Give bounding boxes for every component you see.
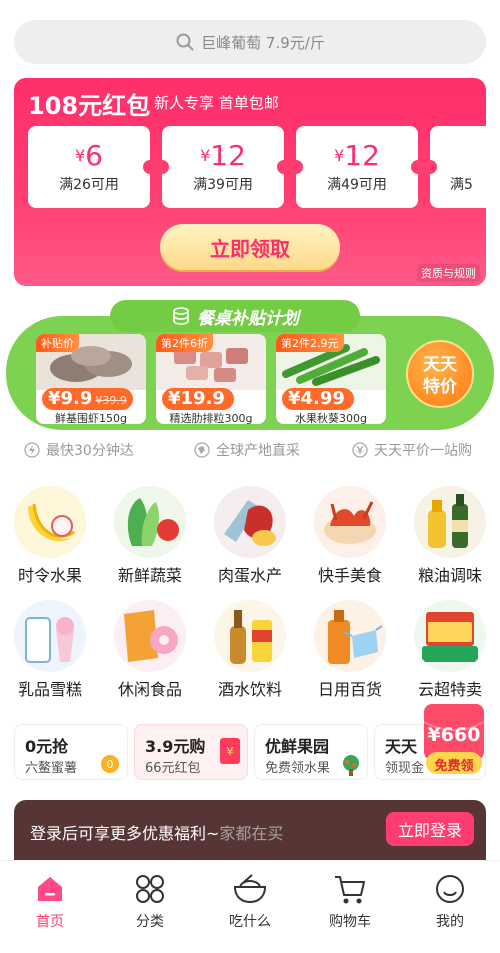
coin-icon: 0 xyxy=(101,755,119,773)
profile-icon xyxy=(436,875,464,903)
daily-special-badge[interactable]: 天天 特价 xyxy=(406,340,474,408)
subsidy-item-name: 精选肋排粒300g xyxy=(169,412,253,424)
subsidy-item-name: 鲜基围虾150g xyxy=(55,412,127,424)
feature-item: 天天平价一站购 xyxy=(352,440,472,460)
category-daily-goods[interactable]: 日用百货 xyxy=(300,600,400,700)
banner-subtitle: 新人专享 首单包邮 xyxy=(154,94,279,112)
coupon-card[interactable]: ¥6 满26可用 xyxy=(28,126,157,208)
coupon-card[interactable]: ¥12 满49可用 xyxy=(289,126,425,208)
subsidy-price: ¥4.99 xyxy=(282,388,354,410)
promo-card-3-9-buy[interactable]: 3.9元购 66元红包 ¥ xyxy=(134,724,248,780)
subsidy-title: 餐桌补贴计划 xyxy=(110,300,360,332)
coupon-condition: 满39可用 xyxy=(193,177,253,193)
snack-icon xyxy=(114,600,186,672)
globe-icon xyxy=(194,442,210,458)
category-drink[interactable]: 酒水饮料 xyxy=(200,600,300,700)
subsidy-item[interactable]: 第2件2.9元 ¥4.99 水果秋葵300g xyxy=(276,334,386,424)
coupon-amount: ¥12 xyxy=(334,139,380,172)
promo-card-fruit-orchard[interactable]: 优鲜果园 免费领水果 xyxy=(254,724,368,780)
claim-now-button[interactable]: 立即领取 xyxy=(160,224,340,270)
meat-icon xyxy=(214,486,286,558)
category-snack[interactable]: 休闲食品 xyxy=(100,600,200,700)
category-grain-oil[interactable]: 粮油调味 xyxy=(400,486,500,586)
tree-icon xyxy=(343,755,359,776)
supermarket-icon xyxy=(414,600,486,672)
tab-profile[interactable]: 我的 xyxy=(400,873,500,931)
dairy-icon xyxy=(14,600,86,672)
subsidy-plan-section[interactable]: 餐桌补贴计划 补贴价 ¥9.9 ¥39.9 鲜基围虾150g 第2件6折 ¥19.… xyxy=(6,298,494,434)
subsidy-item-name: 水果秋葵300g xyxy=(295,412,367,424)
promo-card-free-grab[interactable]: 0元抢 六鳌蜜薯 0 xyxy=(14,724,128,780)
coupon-amount: ¥6 xyxy=(74,139,103,172)
tab-category[interactable]: 分类 xyxy=(100,873,200,931)
feature-item: 最快30分钟达 xyxy=(24,440,134,460)
svg-text:0: 0 xyxy=(107,758,114,771)
coin-stack-icon xyxy=(173,307,189,325)
bottom-tab-bar: 首页 分类 吃什么 购物车 我的 xyxy=(0,860,500,953)
login-now-button[interactable]: 立即登录 xyxy=(386,812,474,846)
tab-cart[interactable]: 购物车 xyxy=(300,873,400,931)
service-features: 最快30分钟达 全球产地直采 天天平价一站购 xyxy=(0,440,500,466)
float-coupon-amount: ¥660 xyxy=(427,724,481,746)
category-icon xyxy=(136,875,164,903)
red-packet-icon: ¥ xyxy=(220,738,240,764)
category-dairy[interactable]: 乳品雪糕 xyxy=(0,600,100,700)
subsidy-price: ¥9.9 ¥39.9 xyxy=(42,388,133,410)
feature-item: 全球产地直采 xyxy=(194,440,300,460)
coupon-card-partial[interactable]: 满5 xyxy=(423,126,486,208)
category-quick-food[interactable]: 快手美食 xyxy=(300,486,400,586)
coupon-amount: ¥12 xyxy=(200,139,246,172)
cart-icon xyxy=(335,876,365,904)
tab-what-to-eat[interactable]: 吃什么 xyxy=(200,873,300,931)
yen-icon xyxy=(352,442,368,458)
subsidy-item[interactable]: 补贴价 ¥9.9 ¥39.9 鲜基围虾150g xyxy=(36,334,146,424)
coupon-condition: 满49可用 xyxy=(327,177,387,193)
search-bar[interactable]: 巨峰葡萄 7.9元/斤 xyxy=(14,20,486,64)
grain-oil-icon xyxy=(414,486,486,558)
login-message: 登录后可享更多优惠福利~家都在买 xyxy=(30,824,284,843)
search-placeholder: 巨峰葡萄 7.9元/斤 xyxy=(201,33,325,52)
quick-food-icon xyxy=(314,486,386,558)
fruit-icon xyxy=(14,486,86,558)
subsidy-tag: 补贴价 xyxy=(36,334,79,352)
coupon-card[interactable]: ¥12 满39可用 xyxy=(155,126,291,208)
free-coupon-float[interactable]: ¥660 免费领 xyxy=(418,702,490,776)
red-packet-banner[interactable]: 108元红包 新人专享 首单包邮 ¥6 满26可用 ¥12 满39可用 ¥12 … xyxy=(14,78,486,286)
subsidy-price: ¥19.9 xyxy=(162,388,234,410)
category-fruit[interactable]: 时令水果 xyxy=(0,486,100,586)
coupon-condition: 满26可用 xyxy=(59,177,119,193)
category-vegetable[interactable]: 新鲜蔬菜 xyxy=(100,486,200,586)
bowl-icon xyxy=(233,874,267,904)
lightning-icon xyxy=(24,442,40,458)
banner-title: 108元红包 xyxy=(28,92,151,120)
subsidy-tag: 第2件2.9元 xyxy=(276,334,344,352)
home-icon xyxy=(38,877,62,901)
search-icon xyxy=(176,33,194,51)
login-prompt-bar: 登录后可享更多优惠福利~家都在买 立即登录 xyxy=(14,800,486,860)
vegetable-icon xyxy=(114,486,186,558)
qualification-rules-link[interactable]: 资质与规则 xyxy=(417,264,480,282)
drink-icon xyxy=(214,600,286,672)
svg-text:¥: ¥ xyxy=(227,745,234,758)
daily-goods-icon xyxy=(314,600,386,672)
category-supermarket[interactable]: 云超特卖 xyxy=(400,600,500,700)
tab-home[interactable]: 首页 xyxy=(0,873,100,931)
float-coupon-label: 免费领 xyxy=(434,759,474,774)
category-meat[interactable]: 肉蛋水产 xyxy=(200,486,300,586)
subsidy-item[interactable]: 第2件6折 ¥19.9 精选肋排粒300g xyxy=(156,334,266,424)
subsidy-tag: 第2件6折 xyxy=(156,334,213,352)
